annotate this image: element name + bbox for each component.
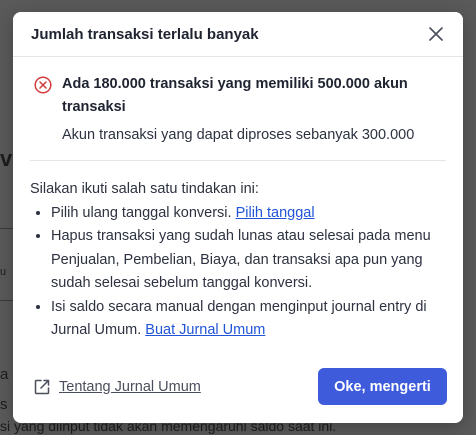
create-journal-link[interactable]: Buat Jurnal Umum [145,322,265,338]
error-message: Ada 180.000 transaksi yang memiliki 500.… [30,73,446,161]
background-text-fragment: a [0,366,9,383]
instructions: Silakan ikuti salah satu tindakan ini: P… [30,161,446,343]
about-journal-link-label: Tentang Jurnal Umum [59,378,201,395]
list-item-text: Pilih ulang tanggal konversi. [51,204,236,221]
pick-date-link[interactable]: Pilih tanggal [236,205,315,221]
error-text: Ada 180.000 transaksi yang memiliki 500.… [62,73,446,146]
background-text-fragment: s [0,396,8,413]
external-link-icon [34,379,50,394]
instructions-list: Pilih ulang tanggal konversi. Pilih tang… [30,202,446,343]
error-subtitle: Akun transaksi yang dapat diproses seban… [62,127,415,143]
dialog-header: Jumlah transaksi terlalu banyak [13,12,463,57]
confirm-button[interactable]: Oke, mengerti [318,368,447,405]
background-text-fragment: u [0,266,7,278]
close-icon [429,27,443,41]
background-heading-fragment: v [0,146,13,171]
instructions-intro: Silakan ikuti salah satu tindakan ini: [30,181,259,197]
list-item: Hapus transaksi yang sudah lunas atau se… [51,225,446,296]
background-divider [0,228,14,229]
background-divider [0,300,14,301]
list-item-text: Hapus transaksi yang sudah lunas atau se… [51,228,431,291]
too-many-transactions-dialog: Jumlah transaksi terlalu banyak Ada 180.… [13,12,463,423]
dialog-footer: Tentang Jurnal Umum Oke, mengerti [13,368,463,405]
error-title: Ada 180.000 transaksi yang memiliki 500.… [62,76,408,115]
dialog-body: Ada 180.000 transaksi yang memiliki 500.… [13,57,463,343]
close-button[interactable] [427,25,445,43]
error-circle-icon [34,76,52,94]
dialog-title: Jumlah transaksi terlalu banyak [31,25,259,43]
about-journal-link[interactable]: Tentang Jurnal Umum [33,378,201,396]
list-item: Isi saldo secara manual dengan menginput… [51,296,446,343]
list-item: Pilih ulang tanggal konversi. Pilih tang… [51,202,446,226]
